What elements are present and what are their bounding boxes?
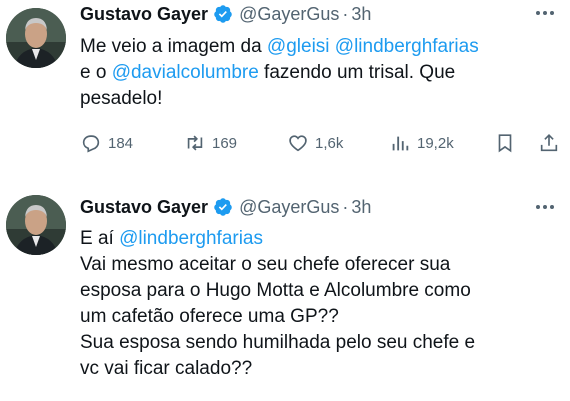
retweet-icon (187, 135, 203, 151)
tweet-time[interactable]: 3h (351, 4, 371, 25)
retweet-count: 169 (212, 134, 238, 152)
tweet-line: Me veio a imagem da @gleisi @lindberghfa… (80, 36, 479, 57)
tweet-text: E aí @lindberghfarias Vai mesmo aceitar … (80, 226, 558, 382)
views-count: 19,2k (417, 134, 454, 152)
tweet-header: Gustavo Gayer @GayerGus · 3h (80, 2, 570, 26)
mention-link[interactable]: @lindberghfarias (119, 228, 263, 249)
separator-dot: · (342, 196, 349, 217)
tweet-line: Sua esposa sendo humilhada pelo seu chef… (80, 332, 476, 353)
tweet[interactable]: Gustavo Gayer @GayerGus · 3h Me veio a i… (0, 0, 570, 175)
tweet-line: um cafetão oferece uma GP?? (80, 306, 339, 327)
verified-badge-icon (213, 197, 233, 217)
separator-dot: · (342, 3, 349, 24)
share-icon (540, 134, 558, 152)
tweet-line: e o @davialcolumbre fazendo um trisal. Q… (80, 62, 456, 83)
tweet-actions: 184 169 1,6k 19,2k (80, 128, 562, 158)
author-name[interactable]: Gustavo Gayer (80, 4, 208, 25)
like-button[interactable]: 1,6k (287, 128, 343, 158)
tweet-header: Gustavo Gayer @GayerGus · 3h (80, 195, 570, 219)
views-icon (392, 136, 409, 151)
tweet-line: vc vai ficar calado?? (80, 358, 253, 379)
tweet-line: E aí @lindberghfarias (80, 228, 263, 249)
more-options-icon[interactable] (534, 197, 556, 217)
reply-button[interactable]: 184 (80, 128, 133, 158)
tweet-line: Vai mesmo aceitar o seu chefe oferecer s… (80, 254, 451, 275)
mention-link[interactable]: @davialcolumbre (112, 62, 259, 83)
author-name[interactable]: Gustavo Gayer (80, 197, 208, 218)
retweet-button[interactable]: 169 (184, 128, 237, 158)
avatar[interactable] (6, 195, 66, 255)
like-icon (289, 135, 307, 152)
bookmark-button[interactable] (494, 128, 516, 158)
like-count: 1,6k (315, 134, 344, 152)
reply-count: 184 (108, 134, 134, 152)
verified-badge-icon (213, 4, 233, 24)
mention-link[interactable]: @lindberghfarias (335, 36, 479, 57)
tweet-line: pesadelo! (80, 88, 163, 109)
tweet-line: esposa para o Hugo Motta e Alcolumbre co… (80, 280, 471, 301)
tweet-text: Me veio a imagem da @gleisi @lindberghfa… (80, 34, 558, 112)
share-button[interactable] (538, 128, 560, 158)
mention-link[interactable]: @gleisi (267, 36, 330, 57)
tweet[interactable]: Gustavo Gayer @GayerGus · 3h E aí @lindb… (0, 183, 570, 401)
more-options-icon[interactable] (534, 3, 556, 23)
author-handle[interactable]: @GayerGus (239, 4, 339, 25)
bookmark-icon (498, 134, 512, 153)
author-handle[interactable]: @GayerGus (239, 197, 339, 218)
views-button[interactable]: 19,2k (389, 128, 454, 158)
tweet-time[interactable]: 3h (351, 197, 371, 218)
reply-icon (82, 135, 100, 153)
avatar[interactable] (6, 8, 66, 68)
